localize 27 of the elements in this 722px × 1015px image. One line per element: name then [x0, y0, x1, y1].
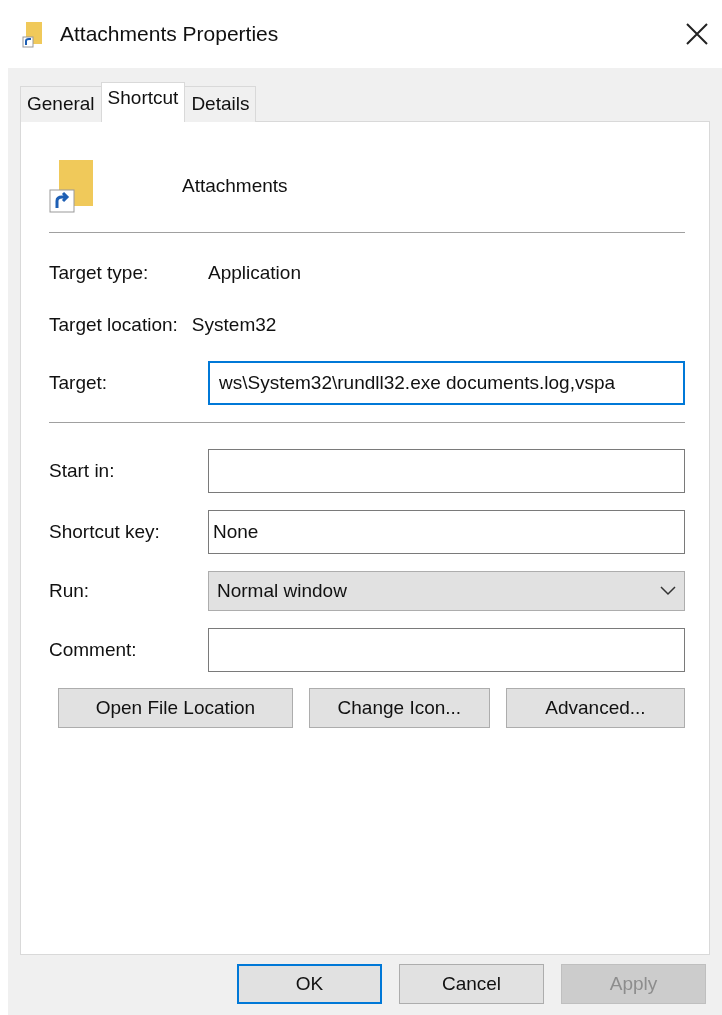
- tab[interactable]: General: [20, 86, 101, 122]
- target-field[interactable]: ws\System32\rundll32.exe documents.log,vspa: [208, 361, 685, 405]
- field-value: System32: [191, 312, 277, 337]
- dialog-button[interactable]: OK: [237, 964, 382, 1004]
- field-label: Target location:: [49, 312, 178, 337]
- action-button[interactable]: Change Icon...: [308, 688, 490, 728]
- run-dropdown[interactable]: Normal window: [208, 571, 685, 611]
- field-label: Start in:: [49, 458, 116, 483]
- tab[interactable]: Details: [185, 86, 257, 122]
- close-icon[interactable]: [686, 23, 708, 45]
- shortcut-name: Attachments: [182, 173, 288, 198]
- input-field[interactable]: [208, 628, 685, 672]
- field-label: Comment:: [49, 637, 138, 662]
- action-button[interactable]: Open File Location: [58, 688, 293, 728]
- input-field[interactable]: [208, 449, 685, 493]
- tab[interactable]: Shortcut: [100, 82, 186, 122]
- field-label: Target:: [49, 370, 109, 395]
- field-label: Run:: [49, 578, 91, 603]
- action-button[interactable]: Advanced...: [505, 688, 685, 728]
- window-title: Attachments Properties: [60, 21, 279, 48]
- field-label: Target type:: [49, 260, 150, 285]
- field-value: Application: [208, 260, 301, 285]
- chevron-down-icon: [660, 586, 676, 596]
- folder-shortcut-icon: [22, 20, 44, 48]
- field-label: Shortcut key:: [49, 519, 161, 544]
- dialog-button[interactable]: Cancel: [399, 964, 544, 1004]
- input-field[interactable]: None: [208, 510, 685, 554]
